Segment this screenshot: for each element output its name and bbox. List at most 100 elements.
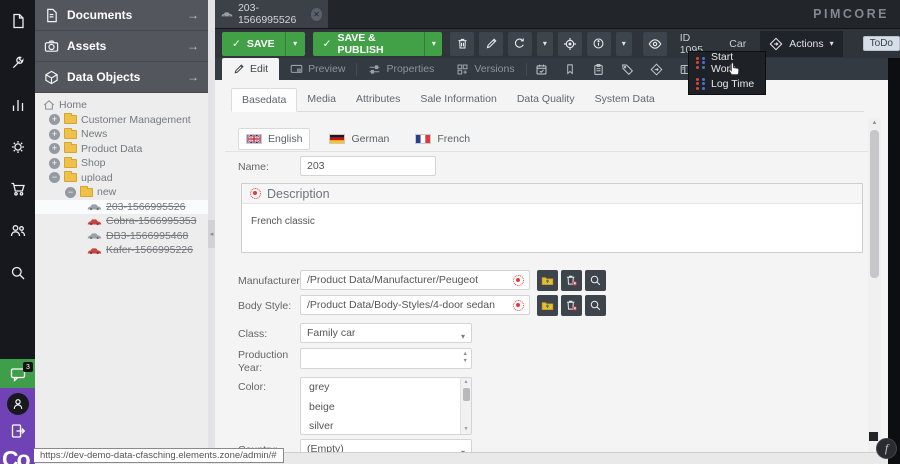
tags-button[interactable] [613, 58, 642, 80]
gear-icon[interactable] [0, 126, 35, 168]
info-dropdown-caret[interactable]: ▾ [616, 32, 632, 56]
logout-icon[interactable] [7, 423, 29, 439]
spinner-up-icon[interactable]: ▲ [463, 351, 468, 357]
body-style-search-button[interactable] [585, 295, 606, 316]
content-scrollbar[interactable]: ▲ [868, 118, 881, 452]
tab-sale-information[interactable]: Sale Information [410, 88, 506, 111]
lang-tab-german[interactable]: German [322, 129, 396, 149]
manufacturer-search-button[interactable] [585, 270, 606, 291]
description-input[interactable]: French classic [242, 204, 862, 239]
tab-basedata[interactable]: Basedata [231, 88, 297, 112]
accordion-documents[interactable]: Documents → [35, 0, 208, 31]
tree-item-home[interactable]: Home [35, 98, 208, 113]
open-preview-button[interactable] [643, 32, 667, 56]
chat-button[interactable]: 3 [0, 359, 35, 388]
tree-item-new[interactable]: − new [35, 185, 208, 200]
accordion-assets[interactable]: Assets → [35, 31, 208, 62]
tab-preview[interactable]: Preview [279, 58, 356, 80]
avatar[interactable] [7, 393, 29, 415]
scroll-thumb[interactable] [870, 130, 879, 278]
tab-versions[interactable]: Versions [445, 58, 525, 80]
save-button[interactable]: ✓SAVE ▾ [222, 32, 305, 56]
collapse-icon[interactable]: − [65, 187, 76, 198]
manufacturer-input[interactable]: /Product Data/Manufacturer/Peugeot [300, 270, 530, 290]
expand-icon[interactable]: + [49, 143, 60, 154]
save-publish-dropdown-caret[interactable]: ▾ [424, 32, 442, 56]
tab-label: Preview [308, 63, 345, 75]
tab-properties[interactable]: Properties [357, 58, 445, 80]
scroll-thumb[interactable] [463, 388, 470, 401]
accordion-data-objects[interactable]: Data Objects → [35, 62, 208, 93]
class-select[interactable]: Family car ▾ [300, 323, 472, 343]
body-style-remove-button[interactable] [561, 295, 582, 316]
scroll-up-icon[interactable]: ▲ [461, 378, 471, 387]
color-option-beige[interactable]: beige [301, 398, 471, 418]
wrench-icon[interactable] [0, 42, 35, 84]
tree-item-cobra[interactable]: Cobra-1566995353 [35, 214, 208, 229]
collapse-icon[interactable]: − [49, 172, 60, 183]
name-input[interactable]: 203 [300, 156, 436, 176]
tree-item-product-data[interactable]: + Product Data [35, 142, 208, 157]
cart-icon[interactable] [0, 168, 35, 210]
tab-system-data[interactable]: System Data [585, 88, 665, 111]
tree-item-upload[interactable]: − upload [35, 171, 208, 186]
reload-button[interactable] [508, 32, 532, 56]
bar-chart-icon[interactable] [0, 84, 35, 126]
spinner-arrows[interactable]: ▲▼ [463, 351, 468, 364]
lang-tab-english[interactable]: English [238, 128, 310, 150]
scroll-down-icon[interactable]: ▼ [461, 425, 471, 434]
production-year-input[interactable]: ▲▼ [300, 348, 472, 369]
manufacturer-open-button[interactable] [537, 270, 558, 291]
manufacturer-remove-button[interactable] [561, 270, 582, 291]
language-tab-bar: English German French [238, 128, 888, 150]
tree-item-customer-management[interactable]: + Customer Management [35, 113, 208, 128]
camera-icon [44, 39, 59, 54]
expand-icon[interactable]: + [49, 158, 60, 169]
tab-attributes[interactable]: Attributes [346, 88, 410, 111]
body-style-input[interactable]: /Product Data/Body-Styles/4-door sedan [300, 295, 530, 315]
tab-media[interactable]: Media [297, 88, 346, 111]
panel-splitter[interactable]: ◂ [208, 0, 215, 464]
folder-icon [64, 159, 77, 168]
search-icon[interactable] [0, 252, 35, 294]
tree-item-db3[interactable]: DB3-1566995468 [35, 229, 208, 244]
collapse-panel-handle[interactable]: ◂ [208, 220, 215, 248]
color-option-silver[interactable]: silver [301, 417, 471, 435]
reports-button[interactable] [584, 58, 613, 80]
file-icon[interactable] [0, 0, 35, 42]
save-publish-button[interactable]: ✓SAVE & PUBLISH ▾ [313, 32, 443, 56]
dirty-field-icon [250, 188, 261, 199]
close-icon[interactable]: ✕ [311, 8, 322, 21]
color-scrollbar[interactable]: ▲ ▼ [460, 378, 471, 434]
color-multiselect[interactable]: grey beige silver ▲ ▼ [300, 377, 472, 435]
tab-data-quality[interactable]: Data Quality [507, 88, 585, 111]
delete-button[interactable] [450, 32, 474, 56]
todo-badge[interactable]: ToDo [863, 36, 900, 51]
scroll-up-icon[interactable]: ▲ [868, 118, 881, 128]
rename-button[interactable] [479, 32, 503, 56]
expand-icon[interactable]: + [49, 114, 60, 125]
reload-dropdown-caret[interactable]: ▾ [537, 32, 553, 56]
color-option-grey[interactable]: grey [301, 378, 471, 398]
schedule-button[interactable] [527, 58, 556, 80]
save-dropdown-caret[interactable]: ▾ [285, 32, 305, 56]
tree-item-news[interactable]: + News [35, 127, 208, 142]
spinner-down-icon[interactable]: ▼ [463, 358, 468, 364]
extension-badge[interactable]: f [876, 438, 897, 459]
body-style-open-button[interactable] [537, 295, 558, 316]
info-button[interactable] [587, 32, 611, 56]
menu-item-log-time[interactable]: Log Time [689, 73, 765, 94]
workflow-button[interactable] [642, 58, 671, 80]
tree-item-kafer[interactable]: Kafer-1566995226 [35, 243, 208, 258]
tree-item-203[interactable]: 203-1566995526 [35, 200, 208, 215]
lang-tab-french[interactable]: French [408, 129, 477, 149]
notes-button[interactable] [556, 58, 584, 80]
tab-edit[interactable]: Edit [222, 58, 279, 80]
tree-item-shop[interactable]: + Shop [35, 156, 208, 171]
locate-in-tree-button[interactable] [558, 32, 582, 56]
object-tab-203[interactable]: 203-1566995526 ✕ [215, 0, 328, 28]
actions-button[interactable]: Actions ▾ [760, 31, 842, 57]
tree-item-label: Kafer-1566995226 [106, 244, 193, 256]
users-icon[interactable] [0, 210, 35, 252]
expand-icon[interactable]: + [49, 129, 60, 140]
